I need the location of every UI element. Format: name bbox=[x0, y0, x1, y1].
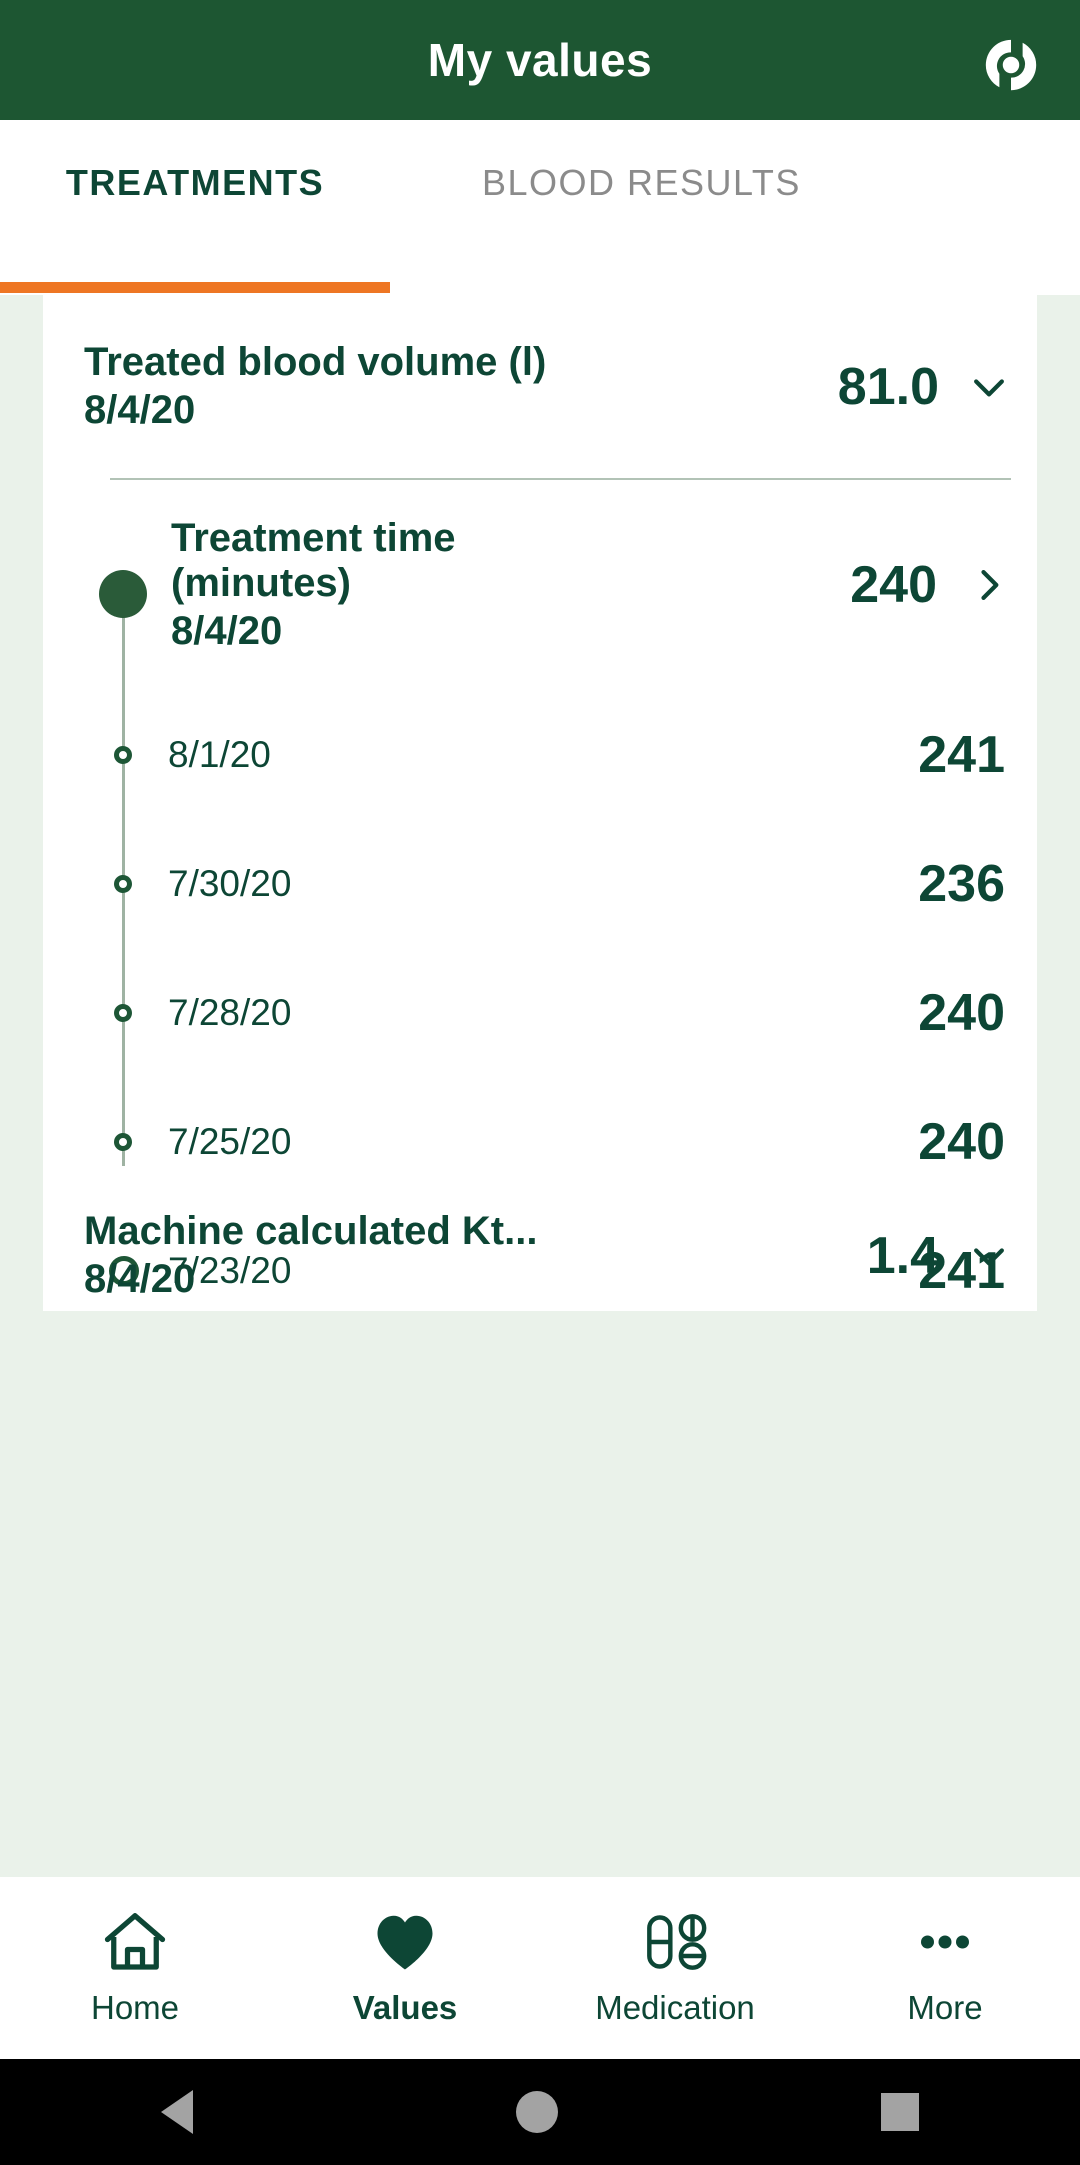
tab-bar: TREATMENTS BLOOD RESULTS bbox=[0, 120, 1080, 295]
timeline-current-dot bbox=[99, 570, 147, 618]
timeline-history-row[interactable]: 8/1/20 241 bbox=[43, 690, 1037, 819]
chevron-down-icon[interactable] bbox=[967, 365, 1011, 409]
timeline-history-row[interactable]: 7/30/20 236 bbox=[43, 819, 1037, 948]
history-date: 8/1/20 bbox=[168, 733, 271, 775]
timeline-dot-icon bbox=[114, 1003, 132, 1022]
value-row-date: 8/4/20 bbox=[171, 608, 283, 653]
value-row-treatment-time-expanded: Treatment time (minutes) 8/4/20 240 8/1/… bbox=[43, 480, 1037, 1300]
history-value: 240 bbox=[918, 983, 1005, 1042]
nav-item-home[interactable]: Home bbox=[0, 1877, 270, 2059]
recents-square-icon[interactable] bbox=[880, 2093, 919, 2131]
value-row-value: 1.4 bbox=[866, 1226, 939, 1285]
value-row-machine-calculated-kt[interactable]: Machine calculated Kt... 8/4/20 1.4 bbox=[43, 1198, 1037, 1313]
timeline-dot-icon bbox=[114, 874, 132, 893]
value-row-title: Machine calculated Kt... bbox=[84, 1208, 538, 1253]
tab-blood-results-label: BLOOD RESULTS bbox=[482, 162, 801, 203]
page-title: My values bbox=[427, 34, 653, 86]
pills-icon bbox=[647, 1914, 707, 1970]
bottom-navigation: Home Values Medication More bbox=[0, 1877, 1080, 2059]
value-row-title-line2: (minutes) bbox=[171, 561, 351, 605]
timeline-history-row[interactable]: 7/25/20 240 bbox=[43, 1077, 1037, 1206]
value-row-treatment-time[interactable]: Treatment time (minutes) 8/4/20 240 bbox=[43, 480, 1037, 690]
value-row-title-line1: Treatment time bbox=[171, 516, 456, 561]
value-row-value: 240 bbox=[850, 556, 937, 614]
ellipsis-icon bbox=[921, 1935, 969, 1949]
app-screen: My values TREATMENTS BLOOD RESULTS Treat… bbox=[0, 0, 1080, 2165]
nav-item-home-label: Home bbox=[90, 1989, 180, 2026]
active-tab-indicator bbox=[0, 282, 390, 293]
heart-icon bbox=[377, 1915, 433, 1970]
value-row-date: 8/4/20 bbox=[84, 1257, 196, 1302]
value-row-label-group: Machine calculated Kt... 8/4/20 bbox=[84, 1209, 867, 1303]
value-row-title: Treated blood volume (l) bbox=[84, 339, 547, 384]
brand-swirl-icon bbox=[985, 39, 1037, 91]
chevron-down-icon[interactable] bbox=[967, 1234, 1011, 1278]
history-date: 7/30/20 bbox=[168, 862, 292, 904]
value-row-value: 81.0 bbox=[837, 357, 939, 416]
nav-item-values[interactable]: Values bbox=[270, 1877, 540, 2059]
tab-blood-results[interactable]: BLOOD RESULTS bbox=[390, 120, 1080, 295]
value-row-label-group: Treated blood volume (l) 8/4/20 bbox=[84, 340, 838, 434]
history-date: 7/28/20 bbox=[168, 991, 292, 1033]
values-card: Treated blood volume (l) 8/4/20 81.0 Tre… bbox=[43, 295, 1037, 1311]
app-header: My values bbox=[0, 0, 1080, 120]
history-value: 241 bbox=[918, 725, 1005, 784]
timeline-dot-icon bbox=[114, 1132, 132, 1151]
nav-item-more[interactable]: More bbox=[810, 1877, 1080, 2059]
nav-item-more-label: More bbox=[907, 1989, 983, 2026]
tab-treatments-label: TREATMENTS bbox=[65, 162, 325, 203]
chevron-right-icon[interactable] bbox=[967, 563, 1011, 607]
value-row-treated-blood-volume[interactable]: Treated blood volume (l) 8/4/20 81.0 bbox=[43, 295, 1037, 478]
android-system-bar bbox=[0, 2059, 1080, 2165]
home-circle-icon[interactable] bbox=[515, 2091, 558, 2133]
history-value: 236 bbox=[918, 854, 1005, 913]
back-triangle-icon[interactable] bbox=[161, 2090, 194, 2134]
history-value: 240 bbox=[918, 1112, 1005, 1171]
home-icon bbox=[104, 1913, 166, 1970]
tab-treatments[interactable]: TREATMENTS bbox=[0, 120, 390, 295]
history-date: 7/25/20 bbox=[168, 1120, 292, 1162]
nav-item-medication[interactable]: Medication bbox=[540, 1877, 810, 2059]
nav-item-values-label: Values bbox=[352, 1989, 458, 2026]
nav-item-medication-label: Medication bbox=[595, 1989, 755, 2026]
timeline-history-row[interactable]: 7/28/20 240 bbox=[43, 948, 1037, 1077]
value-row-label-group: Treatment time (minutes) 8/4/20 bbox=[171, 516, 850, 654]
value-row-date: 8/4/20 bbox=[84, 388, 196, 433]
timeline-dot-icon bbox=[114, 745, 132, 764]
